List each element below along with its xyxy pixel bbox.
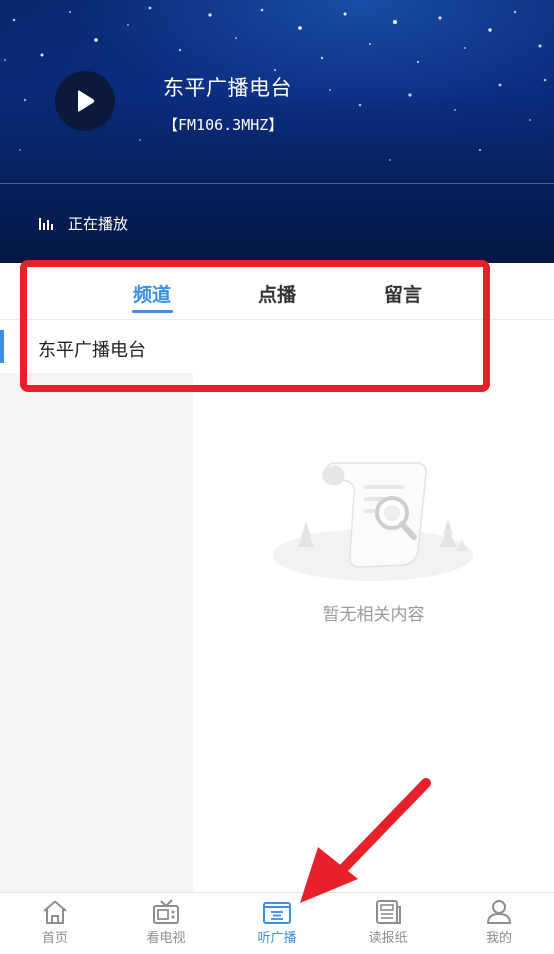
bottom-navigation: 首页 看电视 听广播 读报纸 我的: [0, 892, 554, 954]
annotation-arrow: [300, 778, 431, 903]
selected-indicator: [0, 330, 4, 363]
play-button[interactable]: [55, 71, 115, 131]
nav-tv[interactable]: 看电视: [111, 893, 221, 954]
station-title: 东平广播电台: [163, 76, 292, 100]
home-icon: [43, 900, 67, 924]
empty-document-search-icon: [273, 462, 473, 581]
nav-home-label: 首页: [41, 931, 68, 946]
tv-icon: [153, 899, 179, 924]
header-divider: [0, 183, 554, 184]
user-icon: [487, 900, 511, 924]
channel-sidebar: 东平广播电台: [0, 320, 193, 892]
nav-radio-label: 听广播: [257, 931, 297, 946]
empty-state-message: 暂无相关内容: [322, 605, 425, 625]
equalizer-bars-icon: [39, 218, 53, 230]
player-header: 东平广播电台 【FM106.3MHZ】 正在播放: [0, 0, 554, 263]
annotation-highlight-box: [20, 260, 490, 392]
nav-tv-label: 看电视: [146, 931, 186, 946]
nav-profile[interactable]: 我的: [444, 893, 554, 954]
nav-newspaper-label: 读报纸: [368, 931, 408, 946]
now-playing-status: 正在播放: [68, 215, 129, 233]
nav-profile-label: 我的: [485, 931, 512, 946]
station-frequency: 【FM106.3MHZ】: [163, 116, 284, 134]
play-icon: [78, 90, 95, 112]
nav-home[interactable]: 首页: [0, 893, 110, 954]
